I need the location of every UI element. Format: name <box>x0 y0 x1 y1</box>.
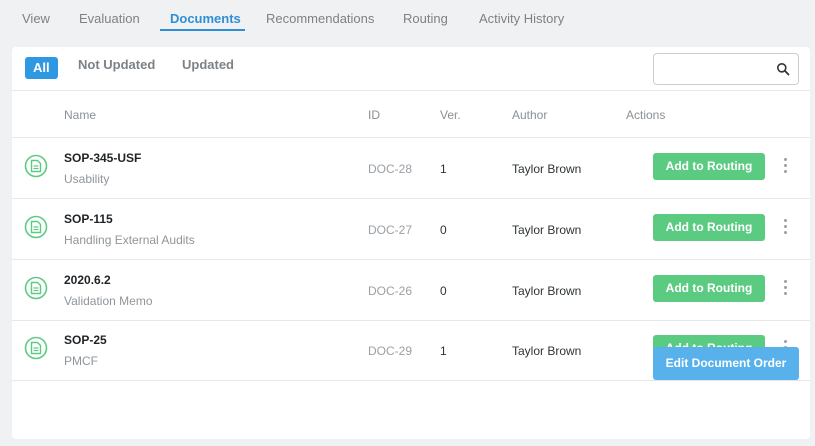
document-version: 1 <box>440 344 447 358</box>
search-input[interactable] <box>662 55 777 83</box>
document-id: DOC-28 <box>368 162 413 176</box>
document-subtitle: Handling External Audits <box>64 233 195 247</box>
document-author: Taylor Brown <box>512 223 582 237</box>
table-row: 2020.6.2 Validation Memo DOC-26 0 Taylor… <box>12 260 810 320</box>
table-row: SOP-345-USF Usability DOC-28 1 Taylor Br… <box>12 138 810 198</box>
document-title[interactable]: 2020.6.2 <box>64 273 111 287</box>
document-author: Taylor Brown <box>512 344 582 358</box>
document-subtitle: Validation Memo <box>64 294 153 308</box>
document-subtitle: Usability <box>64 172 110 186</box>
active-tab-indicator <box>160 29 245 31</box>
edit-document-order-button[interactable]: Edit Document Order <box>653 347 799 380</box>
filter-all-button[interactable]: All <box>25 57 58 79</box>
search-icon[interactable] <box>776 62 790 76</box>
divider <box>12 380 810 381</box>
document-subtitle: PMCF <box>64 354 98 368</box>
document-id: DOC-29 <box>368 344 413 358</box>
column-header-version: Ver. <box>440 108 461 122</box>
tab-recommendations[interactable]: Recommendations <box>266 11 374 26</box>
document-icon <box>24 336 48 360</box>
document-icon <box>24 276 48 300</box>
table-row: SOP-115 Handling External Audits DOC-27 … <box>12 199 810 259</box>
column-header-name: Name <box>64 108 97 122</box>
column-header-id: ID <box>368 108 380 122</box>
search-box <box>653 53 799 85</box>
tab-activity-history[interactable]: Activity History <box>479 11 564 26</box>
column-header-author: Author <box>512 108 548 122</box>
filter-updated-button[interactable]: Updated <box>182 57 234 72</box>
tab-routing[interactable]: Routing <box>403 11 448 26</box>
more-options-icon[interactable] <box>782 280 788 298</box>
document-icon <box>24 154 48 178</box>
document-icon <box>24 215 48 239</box>
document-id: DOC-26 <box>368 284 413 298</box>
filter-not-updated-button[interactable]: Not Updated <box>78 57 155 72</box>
document-version: 1 <box>440 162 447 176</box>
tab-view[interactable]: View <box>22 11 50 26</box>
add-to-routing-button[interactable]: Add to Routing <box>653 275 765 302</box>
document-version: 0 <box>440 284 447 298</box>
document-id: DOC-27 <box>368 223 413 237</box>
document-author: Taylor Brown <box>512 162 582 176</box>
add-to-routing-button[interactable]: Add to Routing <box>653 153 765 180</box>
document-title[interactable]: SOP-25 <box>64 333 107 347</box>
document-author: Taylor Brown <box>512 284 582 298</box>
document-title[interactable]: SOP-115 <box>64 212 113 226</box>
divider <box>12 90 810 91</box>
add-to-routing-button[interactable]: Add to Routing <box>653 214 765 241</box>
tab-evaluation[interactable]: Evaluation <box>79 11 140 26</box>
more-options-icon[interactable] <box>782 158 788 176</box>
document-version: 0 <box>440 223 447 237</box>
tab-documents[interactable]: Documents <box>170 11 241 26</box>
column-header-actions: Actions <box>626 108 666 122</box>
more-options-icon[interactable] <box>782 219 788 237</box>
tab-bar: View Evaluation Documents Recommendation… <box>0 0 815 32</box>
documents-panel: All Not Updated Updated Name ID Ver. Aut… <box>12 47 810 439</box>
document-title[interactable]: SOP-345-USF <box>64 151 141 165</box>
